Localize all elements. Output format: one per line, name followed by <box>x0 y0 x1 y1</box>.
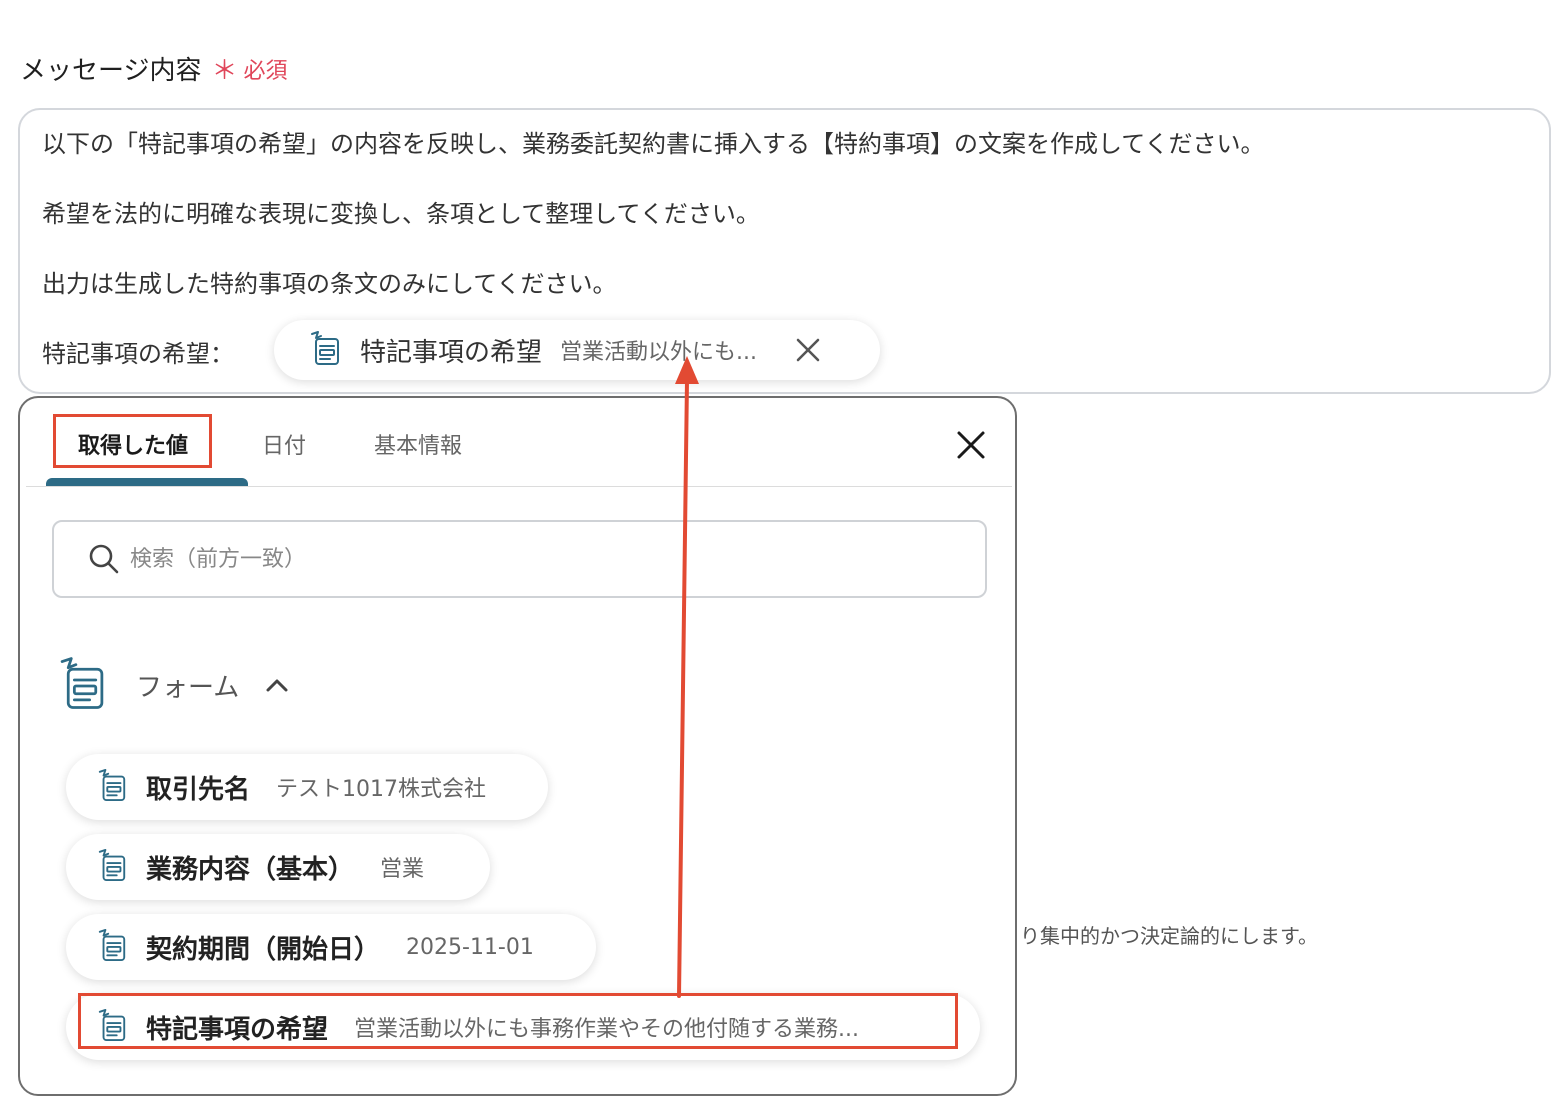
annotation-arrow <box>675 356 699 998</box>
